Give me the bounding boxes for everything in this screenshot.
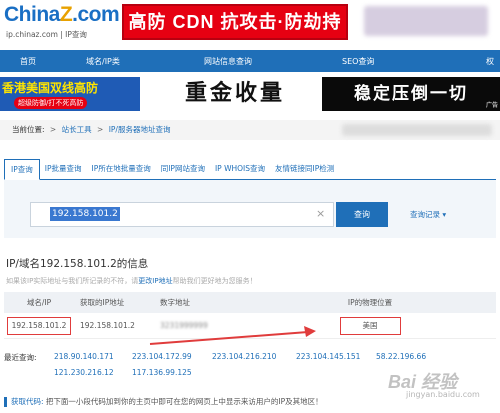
logo-text: ChinaZ.com [4,3,120,26]
tool-tabs: IP查询 IP批量查询 IP所在地批量查询 同IP网站查询 IP WHOIS查询… [4,158,496,180]
get-code-label: 获取代码: [11,397,44,406]
recent-ip-link[interactable]: 223.104.216.210 [212,352,276,361]
tab-ip-location-batch[interactable]: IP所在地批量查询 [86,163,155,179]
stability-ad-text: 稳定压倒一切 [354,84,468,103]
cell-resolved-ip: 192.158.101.2 [80,321,135,330]
nav-item-more[interactable]: 权 [486,56,494,67]
hosting-ad[interactable]: 香港美国双线高防 超级防御/打不死高防 [0,77,140,111]
search-history-dropdown[interactable]: 查询记录 ▾ [410,209,446,220]
tab-ip-batch[interactable]: IP批量查询 [40,163,87,179]
section-marker [4,397,7,407]
ip-search-value: 192.158.101.2 [50,207,120,221]
hosting-ad-subtitle: 超级防御/打不死高防 [14,97,88,109]
nav-item-home[interactable]: 首页 [20,56,36,67]
cell-domain-ip: 192.158.101.2 [4,313,74,338]
nav-item-seo[interactable]: SEO查询 [342,56,374,67]
stability-ad[interactable]: 稳定压倒一切 广告 [322,77,500,111]
traffic-ad[interactable]: 重金收量 [150,75,320,111]
breadcrumb-ip-lookup[interactable]: IP/服务器地址查询 [109,125,171,134]
annotation-arrow [149,326,316,345]
ad-row: 香港美国双线高防 超级防御/打不死高防 重金收量 稳定压倒一切 广告 [0,73,500,115]
search-panel: 192.158.101.2 × 查询 查询记录 ▾ [4,180,496,238]
highlighted-ip: 192.158.101.2 [6,317,72,335]
ad-tag: 广告 [485,103,498,109]
search-button[interactable]: 查询 [336,202,388,227]
note-text-before: 如果该IP实际地址与我们所记录的不符，请 [6,277,139,285]
hosting-ad-title: 香港美国双线高防 [2,81,99,95]
col-domain-ip: 域名/IP [26,298,52,307]
nav-item-site-info[interactable]: 网站信息查询 [204,56,252,67]
col-resolved-ip: 获取的IP地址 [80,298,125,307]
clear-icon[interactable]: × [316,207,325,221]
result-note: 如果该IP实际地址与我们所记录的不符，请更改IP地址帮助我们更好地为您服务！ [6,276,257,286]
recent-ip-link[interactable]: 223.104.172.99 [132,352,192,361]
blurred-ad [364,6,488,36]
recent-label: 最近查询: [4,353,37,362]
breadcrumb-separator: > [97,125,104,134]
blurred-info [342,124,492,136]
get-code-text: 把下面一小段代码加到你的主页中即可在您的网页上中显示来访用户的IP及其地区！ [45,397,323,406]
result-title: IP/域名192.158.101.2的信息 [6,258,149,270]
recent-ip-link[interactable]: 117.136.99.125 [132,368,192,377]
tab-same-ip-sites[interactable]: 同IP网站查询 [156,163,210,179]
change-ip-link[interactable]: 更改IP地址 [138,277,172,285]
tab-friend-link-check[interactable]: 友情链接同IP检测 [270,163,339,179]
tab-ip-lookup[interactable]: IP查询 [4,159,40,180]
breadcrumb-separator: > [49,125,57,134]
breadcrumb-webmaster-tools[interactable]: 站长工具 [62,125,92,134]
breadcrumb-prefix: 当前位置: [12,125,45,134]
main-nav: 首页 域名/IP类 网站信息查询 SEO查询 权 [0,50,500,72]
tab-ip-whois[interactable]: IP WHOIS查询 [210,163,270,179]
recent-ip-link[interactable]: 218.90.140.171 [54,352,114,361]
site-header: ChinaZ.com ip.chinaz.com | IP查询 高防 CDN 抗… [0,0,500,50]
recent-ip-link[interactable]: 223.104.145.151 [296,352,360,361]
recent-ip-link[interactable]: 58.22.196.66 [376,352,426,361]
baidu-watermark-url: jingyan.baidu.com [406,390,480,399]
recent-ip-link[interactable]: 121.230.216.12 [54,368,114,377]
nav-item-domain-ip[interactable]: 域名/IP类 [86,56,120,67]
logo-subtitle: ip.chinaz.com | IP查询 [6,30,87,39]
top-banner-ad[interactable]: 高防 CDN 抗攻击·防劫持 [122,4,348,40]
note-text-after: 帮助我们更好地为您服务！ [172,277,257,285]
chinaz-logo[interactable]: ChinaZ.com ip.chinaz.com | IP查询 [4,3,120,40]
highlighted-location: 美国 [339,317,401,335]
